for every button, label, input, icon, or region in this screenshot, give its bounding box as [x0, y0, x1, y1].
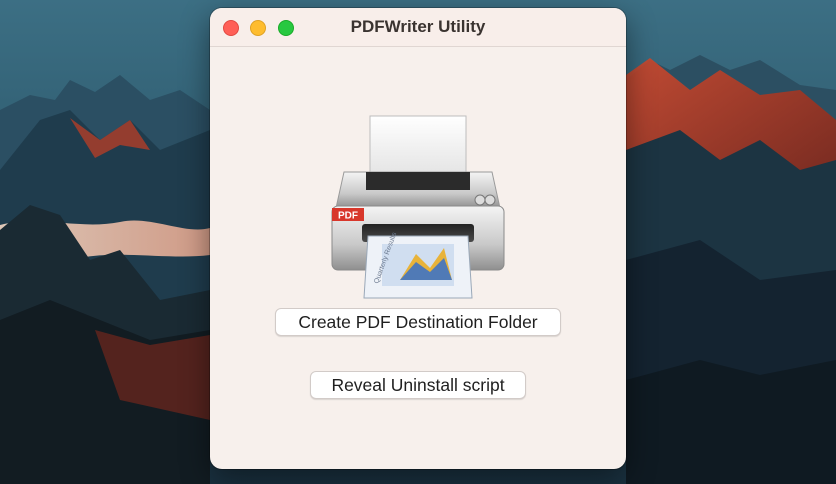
reveal-uninstall-script-button[interactable]: Reveal Uninstall script — [310, 371, 526, 399]
printer-icon: PDF Quarterly Results — [331, 115, 505, 299]
pdf-badge: PDF — [338, 211, 358, 222]
title-bar[interactable]: PDFWriter Utility — [210, 8, 626, 47]
utility-window: PDFWriter Utility PDF Quarterly Results … — [210, 8, 626, 469]
create-destination-folder-button[interactable]: Create PDF Destination Folder — [275, 308, 561, 336]
window-title: PDFWriter Utility — [350, 17, 486, 36]
